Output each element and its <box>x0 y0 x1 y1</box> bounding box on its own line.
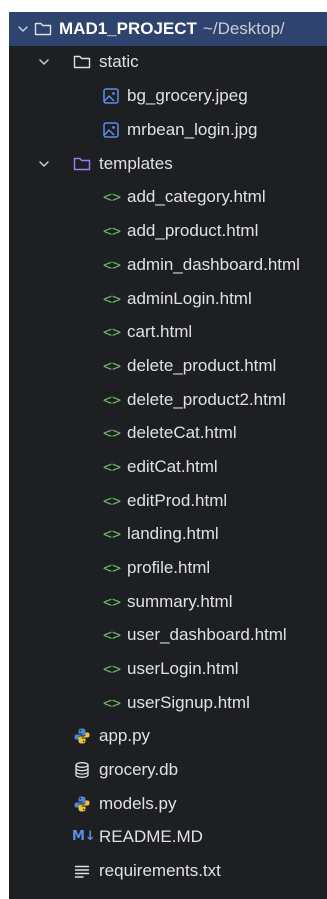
html-file-icon: <> <box>102 424 122 442</box>
file-label: summary.html <box>127 592 233 611</box>
tree-row-file[interactable]: app.py <box>9 719 327 753</box>
file-label: requirements.txt <box>99 861 221 880</box>
tree-row-file[interactable]: <> user_dashboard.html <box>9 618 327 652</box>
tree-row-file[interactable]: M↓ README.MD <box>9 820 327 854</box>
folder-icon <box>73 55 91 69</box>
project-tool-window: MAD1_PROJECT ~/Desktop/ static bg_grocery… <box>9 12 327 899</box>
file-label: bg_grocery.jpeg <box>127 86 248 105</box>
file-label: editProd.html <box>127 491 228 510</box>
file-label: add_product.html <box>127 221 259 240</box>
tree-row-folder-templates[interactable]: templates <box>9 147 327 181</box>
file-label: landing.html <box>127 524 219 543</box>
file-label: models.py <box>99 794 177 813</box>
tree-row-file[interactable]: <> userLogin.html <box>9 652 327 686</box>
file-label: deleteCat.html <box>127 423 237 442</box>
project-name: MAD1_PROJECT <box>59 19 197 38</box>
html-file-icon: <> <box>102 323 122 341</box>
html-file-icon: <> <box>102 290 122 308</box>
html-file-icon: <> <box>102 256 122 274</box>
project-path: ~/Desktop/ <box>202 19 285 38</box>
html-file-icon: <> <box>102 391 122 409</box>
file-label: cart.html <box>127 322 193 341</box>
tree-row-file[interactable]: <> deleteCat.html <box>9 416 327 450</box>
tree-row-file[interactable]: <> landing.html <box>9 517 327 551</box>
tree-row-file[interactable]: models.py <box>9 787 327 821</box>
tree-row-file[interactable]: <> summary.html <box>9 585 327 619</box>
html-file-icon: <> <box>102 492 122 510</box>
file-label: admin_dashboard.html <box>127 255 300 274</box>
tree-row-file[interactable]: <> add_product.html <box>9 214 327 248</box>
file-label: user_dashboard.html <box>127 625 287 644</box>
tree-row-file[interactable]: <> userSignup.html <box>9 686 327 720</box>
tree-row-project-root[interactable]: MAD1_PROJECT ~/Desktop/ <box>9 12 327 46</box>
html-file-icon: <> <box>102 357 122 375</box>
tree-row-file[interactable]: mrbean_login.jpg <box>9 113 327 147</box>
file-label: add_category.html <box>127 187 266 206</box>
html-file-icon: <> <box>102 559 122 577</box>
project-root-label: MAD1_PROJECT ~/Desktop/ <box>59 19 285 39</box>
database-icon <box>75 762 89 778</box>
templates-folder-icon <box>73 157 91 171</box>
html-file-icon: <> <box>102 593 122 611</box>
folder-icon <box>34 22 52 36</box>
html-file-icon: <> <box>102 188 122 206</box>
tree-row-file[interactable]: bg_grocery.jpeg <box>9 79 327 113</box>
chevron-down-icon[interactable] <box>16 22 30 36</box>
tree-row-file[interactable]: <> add_category.html <box>9 180 327 214</box>
file-label: delete_product.html <box>127 356 277 375</box>
python-file-icon <box>74 728 90 744</box>
markdown-file-icon: M↓ <box>72 829 96 844</box>
folder-label: templates <box>99 154 173 173</box>
python-file-icon <box>74 796 90 812</box>
image-file-icon <box>103 122 119 138</box>
html-file-icon: <> <box>102 694 122 712</box>
tree-row-file[interactable]: requirements.txt <box>9 854 327 888</box>
tree-row-file[interactable]: <> admin_dashboard.html <box>9 248 327 282</box>
tree-row-file[interactable]: <> editProd.html <box>9 484 327 518</box>
tree-row-file[interactable]: <> delete_product.html <box>9 349 327 383</box>
tree-row-file[interactable]: grocery.db <box>9 753 327 787</box>
file-label: mrbean_login.jpg <box>127 120 258 139</box>
tree-row-file[interactable]: <> profile.html <box>9 551 327 585</box>
file-label: delete_product2.html <box>127 390 286 409</box>
tree-row-file[interactable]: <> cart.html <box>9 315 327 349</box>
tree-row-file[interactable]: <> adminLogin.html <box>9 282 327 316</box>
html-file-icon: <> <box>102 660 122 678</box>
html-file-icon: <> <box>102 525 122 543</box>
folder-label: static <box>99 52 139 71</box>
text-file-icon <box>74 865 90 878</box>
chevron-down-icon[interactable] <box>37 55 51 69</box>
html-file-icon: <> <box>102 222 122 240</box>
tree-row-file[interactable]: <> delete_product2.html <box>9 383 327 417</box>
file-label: profile.html <box>127 558 211 577</box>
file-label: editCat.html <box>127 457 218 476</box>
file-label: adminLogin.html <box>127 289 252 308</box>
file-label: grocery.db <box>99 760 179 779</box>
file-label: app.py <box>99 726 151 745</box>
tree-row-folder-static[interactable]: static <box>9 45 327 79</box>
image-file-icon <box>103 88 119 104</box>
html-file-icon: <> <box>102 626 122 644</box>
chevron-down-icon[interactable] <box>37 157 51 171</box>
file-label: userSignup.html <box>127 693 250 712</box>
html-file-icon: <> <box>102 458 122 476</box>
tree-row-file[interactable]: <> editCat.html <box>9 450 327 484</box>
file-label: README.MD <box>99 827 203 846</box>
file-label: userLogin.html <box>127 659 239 678</box>
